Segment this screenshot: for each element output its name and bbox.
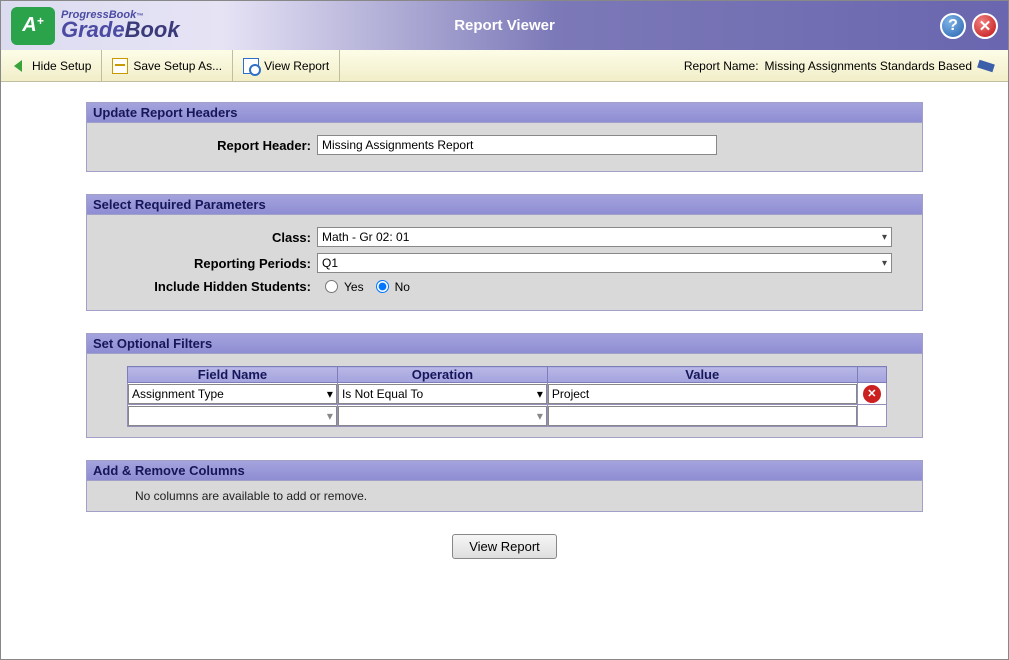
report-name-block: Report Name: Missing Assignments Standar… <box>672 50 1008 81</box>
periods-value: Q1 <box>322 256 338 270</box>
view-report-button[interactable]: View Report <box>452 534 557 559</box>
hide-icon <box>11 58 27 74</box>
page-title: Report Viewer <box>454 17 555 34</box>
filter-field-select[interactable]: ▾ <box>128 406 337 426</box>
logo-icon: A+ <box>11 7 55 45</box>
filter-op-select[interactable]: Is Not Equal To▾ <box>338 384 547 404</box>
update-headers-panel: Update Report Headers Report Header: <box>86 102 923 172</box>
report-header-label: Report Header: <box>97 138 317 153</box>
hidden-yes-label: Yes <box>344 280 364 294</box>
columns-panel: Add & Remove Columns No columns are avai… <box>86 460 923 512</box>
filter-field-select[interactable]: Assignment Type▾ <box>128 384 337 404</box>
hidden-students-radio-group: Yes No <box>317 280 410 294</box>
col-operation: Operation <box>337 367 547 383</box>
table-row: Assignment Type▾ Is Not Equal To▾ ✕ <box>128 383 887 405</box>
update-headers-title: Update Report Headers <box>87 103 922 123</box>
class-value: Math - Gr 02: 01 <box>322 230 409 244</box>
logo-text: ProgressBook™ GradeBook <box>61 10 180 42</box>
view-report-icon <box>243 58 259 74</box>
optional-filters-title: Set Optional Filters <box>87 334 922 354</box>
chevron-down-icon: ▾ <box>327 409 333 423</box>
chevron-down-icon: ▾ <box>882 258 887 269</box>
logo-line2a: Grade <box>61 17 125 42</box>
class-label: Class: <box>97 230 317 245</box>
required-params-panel: Select Required Parameters Class: Math -… <box>86 194 923 311</box>
grad-cap-icon <box>978 60 996 72</box>
save-icon <box>112 58 128 74</box>
class-select[interactable]: Math - Gr 02: 01 ▾ <box>317 227 892 247</box>
hidden-no-label: No <box>395 280 410 294</box>
table-row: ▾ ▾ <box>128 405 887 427</box>
filters-table: Field Name Operation Value Assignment Ty… <box>127 366 887 427</box>
view-report-label: View Report <box>264 59 329 73</box>
report-header-input[interactable] <box>317 135 717 155</box>
required-params-title: Select Required Parameters <box>87 195 922 215</box>
hidden-students-label: Include Hidden Students: <box>97 279 317 294</box>
filter-value-input[interactable] <box>548 406 857 426</box>
periods-label: Reporting Periods: <box>97 256 317 271</box>
hidden-no-radio[interactable] <box>376 280 389 293</box>
chevron-down-icon: ▾ <box>537 409 543 423</box>
columns-title: Add & Remove Columns <box>87 461 922 481</box>
toolbar: Hide Setup Save Setup As... View Report … <box>1 50 1008 82</box>
hide-setup-button[interactable]: Hide Setup <box>1 50 102 81</box>
col-delete <box>857 367 886 383</box>
app-header: A+ ProgressBook™ GradeBook Report Viewer… <box>1 1 1008 50</box>
hidden-yes-radio[interactable] <box>325 280 338 293</box>
chevron-down-icon: ▾ <box>882 232 887 243</box>
view-report-toolbar-button[interactable]: View Report <box>233 50 340 81</box>
col-value: Value <box>547 367 857 383</box>
close-icon[interactable]: ✕ <box>972 13 998 39</box>
logo: A+ ProgressBook™ GradeBook <box>11 7 180 45</box>
report-name-value: Missing Assignments Standards Based <box>765 59 972 73</box>
filter-op-select[interactable]: ▾ <box>338 406 547 426</box>
save-setup-label: Save Setup As... <box>133 59 222 73</box>
chevron-down-icon: ▾ <box>537 387 543 401</box>
save-setup-as-button[interactable]: Save Setup As... <box>102 50 233 81</box>
filter-value-input[interactable] <box>548 384 857 404</box>
report-name-label: Report Name: <box>684 59 759 73</box>
periods-select[interactable]: Q1 ▾ <box>317 253 892 273</box>
chevron-down-icon: ▾ <box>327 387 333 401</box>
help-icon[interactable]: ? <box>940 13 966 39</box>
delete-row-icon[interactable]: ✕ <box>863 385 881 403</box>
columns-empty-msg: No columns are available to add or remov… <box>87 481 922 511</box>
table-header-row: Field Name Operation Value <box>128 367 887 383</box>
optional-filters-panel: Set Optional Filters Field Name Operatio… <box>86 333 923 438</box>
logo-line2b: Book <box>125 17 180 42</box>
col-field: Field Name <box>128 367 338 383</box>
hide-setup-label: Hide Setup <box>32 59 91 73</box>
